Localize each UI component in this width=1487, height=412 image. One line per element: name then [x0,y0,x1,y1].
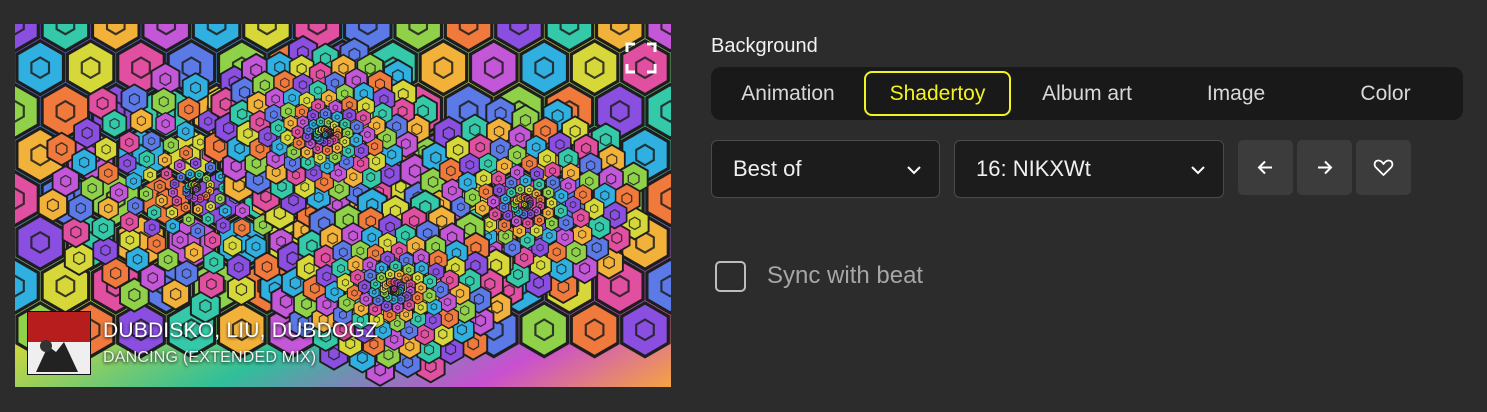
track-title: DANCING (EXTENDED MIX) [103,349,317,366]
tab-color[interactable]: Color [1312,71,1459,116]
tab-image[interactable]: Image [1163,71,1309,116]
sync-with-beat-checkbox[interactable] [715,261,746,292]
shader-preview[interactable]: DUBDISKO, LIU, DUBDOGZ DANCING (EXTENDED… [15,24,671,387]
next-shader-button[interactable] [1297,140,1352,195]
tab-album-art[interactable]: Album art [1014,71,1160,116]
tab-animation[interactable]: Animation [715,71,861,116]
background-type-tabs: Animation Shadertoy Album art Image Colo… [711,67,1463,120]
sync-with-beat-label: Sync with beat [767,262,924,289]
category-select-value: Best of [733,156,802,181]
now-playing: DUBDISKO, LIU, DUBDOGZ DANCING (EXTENDED… [27,311,378,375]
chevron-down-icon [1191,166,1205,175]
chevron-down-icon [907,166,921,175]
album-art-thumbnail [27,311,91,375]
arrow-right-icon [1318,160,1333,175]
fullscreen-icon [625,42,657,74]
tab-shadertoy[interactable]: Shadertoy [864,71,1011,116]
category-select[interactable]: Best of [711,140,940,198]
heart-icon [1373,159,1394,176]
background-section-label: Background [711,35,818,57]
shader-select[interactable]: 16: NIKXWt [954,140,1224,198]
favorite-shader-button[interactable] [1356,140,1411,195]
arrow-left-icon [1257,160,1272,175]
previous-shader-button[interactable] [1238,140,1293,195]
track-artist: DUBDISKO, LIU, DUBDOGZ [103,319,379,342]
fullscreen-button[interactable] [625,42,657,74]
shader-select-value: 16: NIKXWt [976,156,1091,181]
